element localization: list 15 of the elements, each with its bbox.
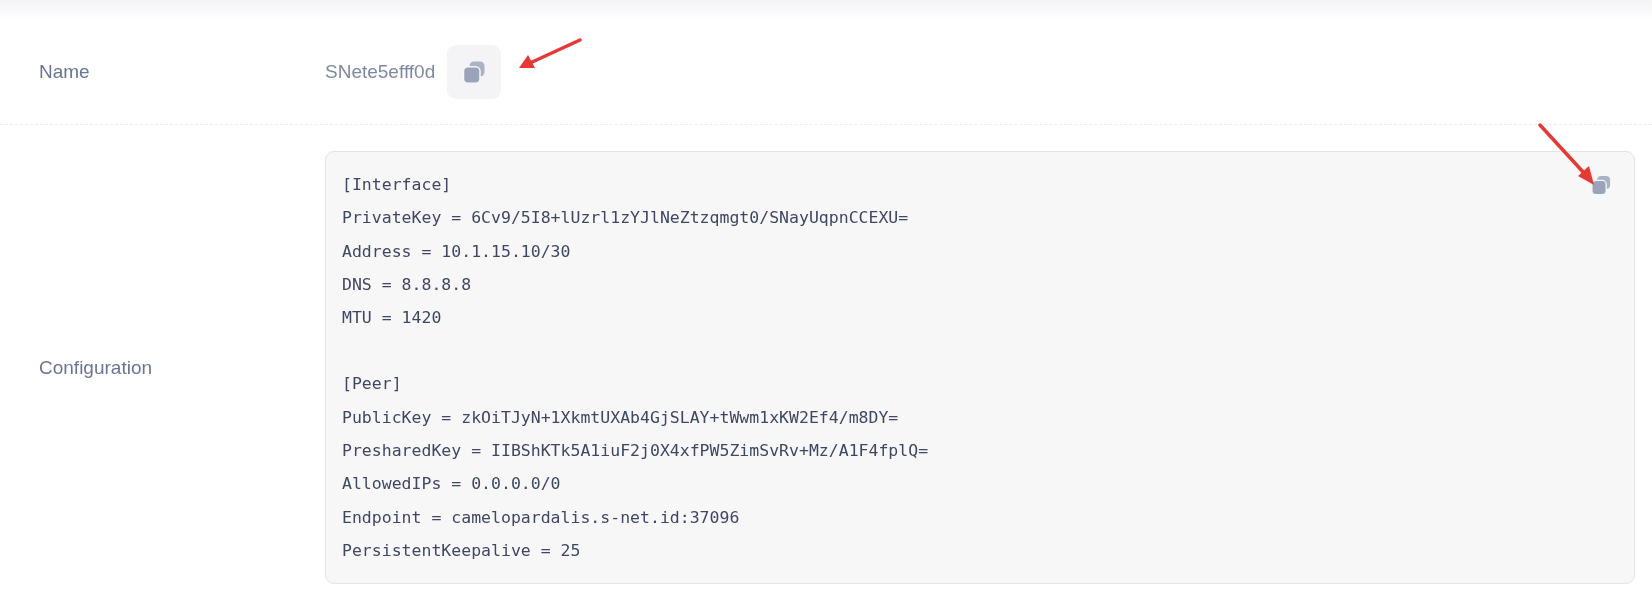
config-line: PersistentKeepalive = 25 [342, 539, 581, 562]
config-section-header: [Peer] [342, 373, 402, 396]
config-line: MTU = 1420 [342, 307, 442, 330]
config-line: Endpoint = camelopardalis.s-net.id:37096 [342, 506, 740, 529]
config-line: PrivateKey = 6Cv9/5I8+lUzrl1zYJlNeZtzqmgt0/SNayUqpnCCEXU= [342, 207, 909, 230]
field-label: Configuration [38, 356, 154, 379]
config-line: PublicKey = zkOiTJyN+1XkmtUXAb4GjSLAY+tWwm1xKW2Ef4/m8DY= [342, 406, 899, 429]
config-line: Address = 10.1.15.10/30 [342, 240, 571, 263]
field-value: SNete5efff0d [325, 61, 436, 83]
config-line: PresharedKey = IIBShKTk5A1iuF2j0X4xfPW5ZimSvRv+Mz/A1F4fplQ= [342, 440, 929, 463]
field-label: Name [38, 61, 91, 83]
config-section-header: [Interface] [342, 174, 452, 196]
config-line: DNS = 8.8.8.8 [342, 273, 472, 296]
config-line: AllowedIPs = 0.0.0.0/0 [342, 473, 561, 496]
copy-button[interactable] [447, 45, 502, 99]
